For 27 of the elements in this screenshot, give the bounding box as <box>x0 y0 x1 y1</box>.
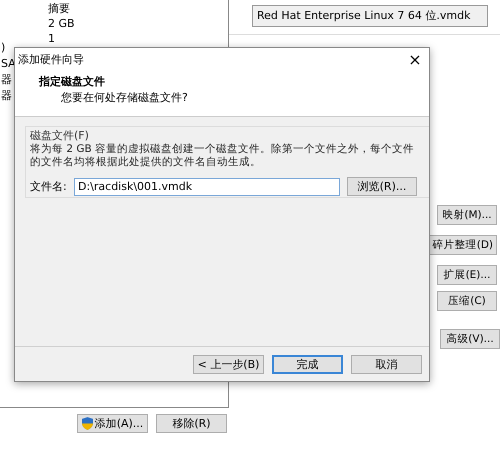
bottom-button[interactable]: 移除(R) <box>156 414 227 433</box>
wizard-button[interactable]: < 上一步(B) <box>193 354 264 374</box>
list-label: 器 <box>1 72 13 87</box>
page-subheading: 您要在何处存储磁盘文件? <box>60 90 189 106</box>
file-name-label: 文件名: <box>30 179 68 194</box>
side-button[interactable]: 高级(V)... <box>440 329 500 349</box>
window-title: 添加硬件向导 <box>18 52 84 66</box>
shield-icon <box>82 417 93 430</box>
side-button[interactable]: 压缩(C) <box>437 291 497 311</box>
group-label: 磁盘文件(F) <box>30 129 90 143</box>
close-button[interactable]: × <box>401 48 429 70</box>
page-heading: 指定磁盘文件 <box>39 74 106 90</box>
summary-value: 2 GB <box>48 16 76 31</box>
side-button[interactable]: 映射(M)... <box>437 205 497 225</box>
file-name-field[interactable]: D:\racdisk\001.vmdk <box>74 178 340 196</box>
list-label: ) <box>1 40 6 55</box>
disk-file-field[interactable]: Red Hat Enterprise Linux 7 64 位.vmdk <box>252 5 488 27</box>
list-label: 器 <box>1 88 13 103</box>
browse-button[interactable]: 浏览(R)... <box>347 177 417 196</box>
side-button[interactable]: 扩展(E)... <box>437 265 497 285</box>
wizard-button[interactable]: 取消 <box>351 354 422 374</box>
summary-value: 1 <box>48 31 56 46</box>
bottom-button[interactable]: 添加(A)... <box>77 414 148 433</box>
wizard-button[interactable]: 完成 <box>272 354 343 374</box>
description-text: 将为每 2 GB 容量的虚拟磁盘创建一个磁盘文件。除第一个文件之外，每个文件的文件名均将根据此处提供的文件名自动生成。 <box>30 143 416 169</box>
side-button[interactable]: 碎片整理(D) <box>428 235 497 255</box>
column-header: 摘要 <box>48 1 71 16</box>
